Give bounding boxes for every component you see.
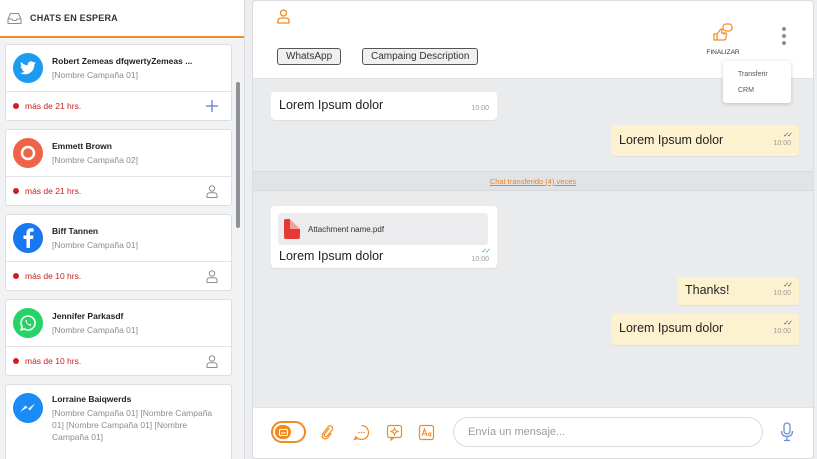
waiting-chats-header: CHATS EN ESPERA xyxy=(0,0,244,38)
chat-panel: WhatsApp Campaing Description FINALIZAR … xyxy=(252,0,814,459)
message-input-wrapper xyxy=(453,417,763,447)
message-text: Lorem Ipsum dolor xyxy=(619,321,724,335)
outgoing-message: Thanks! ✓✓ 10:00 xyxy=(677,277,799,305)
campaign-name: [Nombre Campaña 01] xyxy=(52,240,138,250)
read-checks-icon: ✓✓ xyxy=(783,320,793,327)
user-icon[interactable] xyxy=(205,269,219,283)
transfer-history-link[interactable]: Chat transferido (4) veces xyxy=(253,177,813,186)
facebook-icon xyxy=(13,223,43,253)
queue-scrollbar[interactable] xyxy=(236,82,240,228)
message-text: Lorem Ipsum dolor xyxy=(279,98,384,112)
toggle-knob xyxy=(275,425,291,439)
contact-name: Robert Zemeas dfqwertyZemeas ... xyxy=(52,56,193,66)
chat-card-header: Biff Tannen [Nombre Campaña 01] xyxy=(6,215,231,262)
wait-time: más de 10 hrs. xyxy=(25,356,82,366)
attachment[interactable]: Attachment name.pdf xyxy=(278,213,488,245)
thumbs-up-chat-icon xyxy=(712,23,734,46)
message-time: 10:00 xyxy=(773,140,791,147)
delivered-checks-icon: ✓✓ xyxy=(481,248,491,255)
wait-time: más de 21 hrs. xyxy=(25,101,82,111)
waiting-chats-list: Robert Zemeas dfqwertyZemeas ... [Nombre… xyxy=(5,44,232,459)
message-text: Thanks! xyxy=(685,283,730,297)
message-time: 10:00 xyxy=(471,256,489,263)
text-format-icon[interactable] xyxy=(417,423,435,441)
channel-tag: WhatsApp xyxy=(277,48,342,65)
campaign-name: [Nombre Campaña 01] xyxy=(52,325,138,335)
waiting-chat-card[interactable]: Emmett Brown [Nombre Campaña 02] más de … xyxy=(5,129,232,206)
read-checks-icon: ✓✓ xyxy=(783,132,793,139)
message-area: Lorem Ipsum dolor 10:00 Lorem Ipsum dolo… xyxy=(253,80,813,406)
waiting-chat-card[interactable]: Lorraine Baiqwerds [Nombre Campaña 01] [… xyxy=(5,384,232,459)
wait-time: más de 21 hrs. xyxy=(25,186,82,196)
contact-name: Emmett Brown xyxy=(52,141,112,151)
finalize-label: FINALIZAR xyxy=(706,49,740,56)
incoming-message-attachment: Attachment name.pdf Lorem Ipsum dolor ✓✓… xyxy=(271,206,497,268)
campaign-name: [Nombre Campaña 01] xyxy=(52,70,138,80)
outgoing-message: Lorem Ipsum dolor ✓✓ 10:00 xyxy=(611,125,799,156)
status-dot xyxy=(13,103,19,109)
message-time: 10:00 xyxy=(773,328,791,335)
mode-toggle[interactable] xyxy=(271,421,306,443)
message-composer xyxy=(253,407,813,458)
paperclip-icon[interactable] xyxy=(318,423,336,441)
contact-user-icon[interactable] xyxy=(277,9,290,29)
microphone-icon[interactable] xyxy=(780,422,794,447)
template-icon[interactable] xyxy=(385,423,403,441)
attachment-name: Attachment name.pdf xyxy=(308,224,385,234)
message-input[interactable] xyxy=(454,418,762,446)
contact-name: Lorraine Baiqwerds xyxy=(52,394,132,404)
status-dot xyxy=(13,273,19,279)
status-dot xyxy=(13,358,19,364)
message-time: 10:00 xyxy=(471,105,489,112)
user-icon[interactable] xyxy=(205,184,219,198)
campaign-name: [Nombre Campaña 01] [Nombre Campaña 01] … xyxy=(52,408,213,442)
quick-reply-icon[interactable] xyxy=(352,423,370,441)
inbox-icon xyxy=(6,10,22,26)
transfer-divider: Chat transferido (4) veces xyxy=(253,171,813,191)
read-checks-icon: ✓✓ xyxy=(783,282,793,289)
menu-item-transfer[interactable]: Transferir xyxy=(723,67,791,83)
contact-name: Biff Tannen xyxy=(52,226,99,236)
outgoing-message: Lorem Ipsum dolor ✓✓ 10:00 xyxy=(611,314,799,345)
contact-name: Jennifer Parkasdf xyxy=(52,311,124,321)
message-text: Lorem Ipsum dolor xyxy=(279,249,384,263)
plus-icon[interactable] xyxy=(205,99,219,113)
waiting-chat-card[interactable]: Biff Tannen [Nombre Campaña 01] más de 1… xyxy=(5,214,232,291)
chat-card-footer: más de 21 hrs. xyxy=(6,177,231,205)
wait-time: más de 10 hrs. xyxy=(25,271,82,281)
waiting-chat-card[interactable]: Jennifer Parkasdf [Nombre Campaña 01] má… xyxy=(5,299,232,376)
chat-card-header: Lorraine Baiqwerds [Nombre Campaña 01] [… xyxy=(6,385,231,459)
campaign-tag: Campaing Description xyxy=(362,48,479,65)
menu-item-crm[interactable]: CRM xyxy=(723,83,791,99)
chat-card-footer: más de 21 hrs. xyxy=(6,92,231,120)
message-text: Lorem Ipsum dolor xyxy=(619,133,724,147)
chat-card-header: Emmett Brown [Nombre Campaña 02] xyxy=(6,130,231,177)
incoming-message: Lorem Ipsum dolor 10:00 xyxy=(271,92,497,120)
campaign-name: [Nombre Campaña 02] xyxy=(52,155,138,165)
message-time: 10:00 xyxy=(773,290,791,297)
pdf-file-icon xyxy=(284,219,300,239)
waiting-chat-card[interactable]: Robert Zemeas dfqwertyZemeas ... [Nombre… xyxy=(5,44,232,121)
waiting-chats-title: CHATS EN ESPERA xyxy=(30,13,118,23)
finalize-button[interactable]: FINALIZAR xyxy=(698,23,748,56)
chat-card-footer: más de 10 hrs. xyxy=(6,347,231,375)
options-menu: Transferir CRM xyxy=(723,61,791,103)
messenger-icon xyxy=(13,393,43,423)
status-dot xyxy=(13,188,19,194)
user-icon[interactable] xyxy=(205,354,219,368)
whatsapp-icon xyxy=(13,308,43,338)
more-options-icon[interactable] xyxy=(781,27,787,45)
waiting-chats-panel: CHATS EN ESPERA Robert Zemeas dfqwertyZe… xyxy=(0,0,245,459)
twitter-icon xyxy=(13,53,43,83)
chat-card-header: Robert Zemeas dfqwertyZemeas ... [Nombre… xyxy=(6,45,231,92)
chat-card-footer: más de 10 hrs. xyxy=(6,262,231,290)
chat-card-header: Jennifer Parkasdf [Nombre Campaña 01] xyxy=(6,300,231,347)
chat-channel-icon xyxy=(13,138,43,168)
